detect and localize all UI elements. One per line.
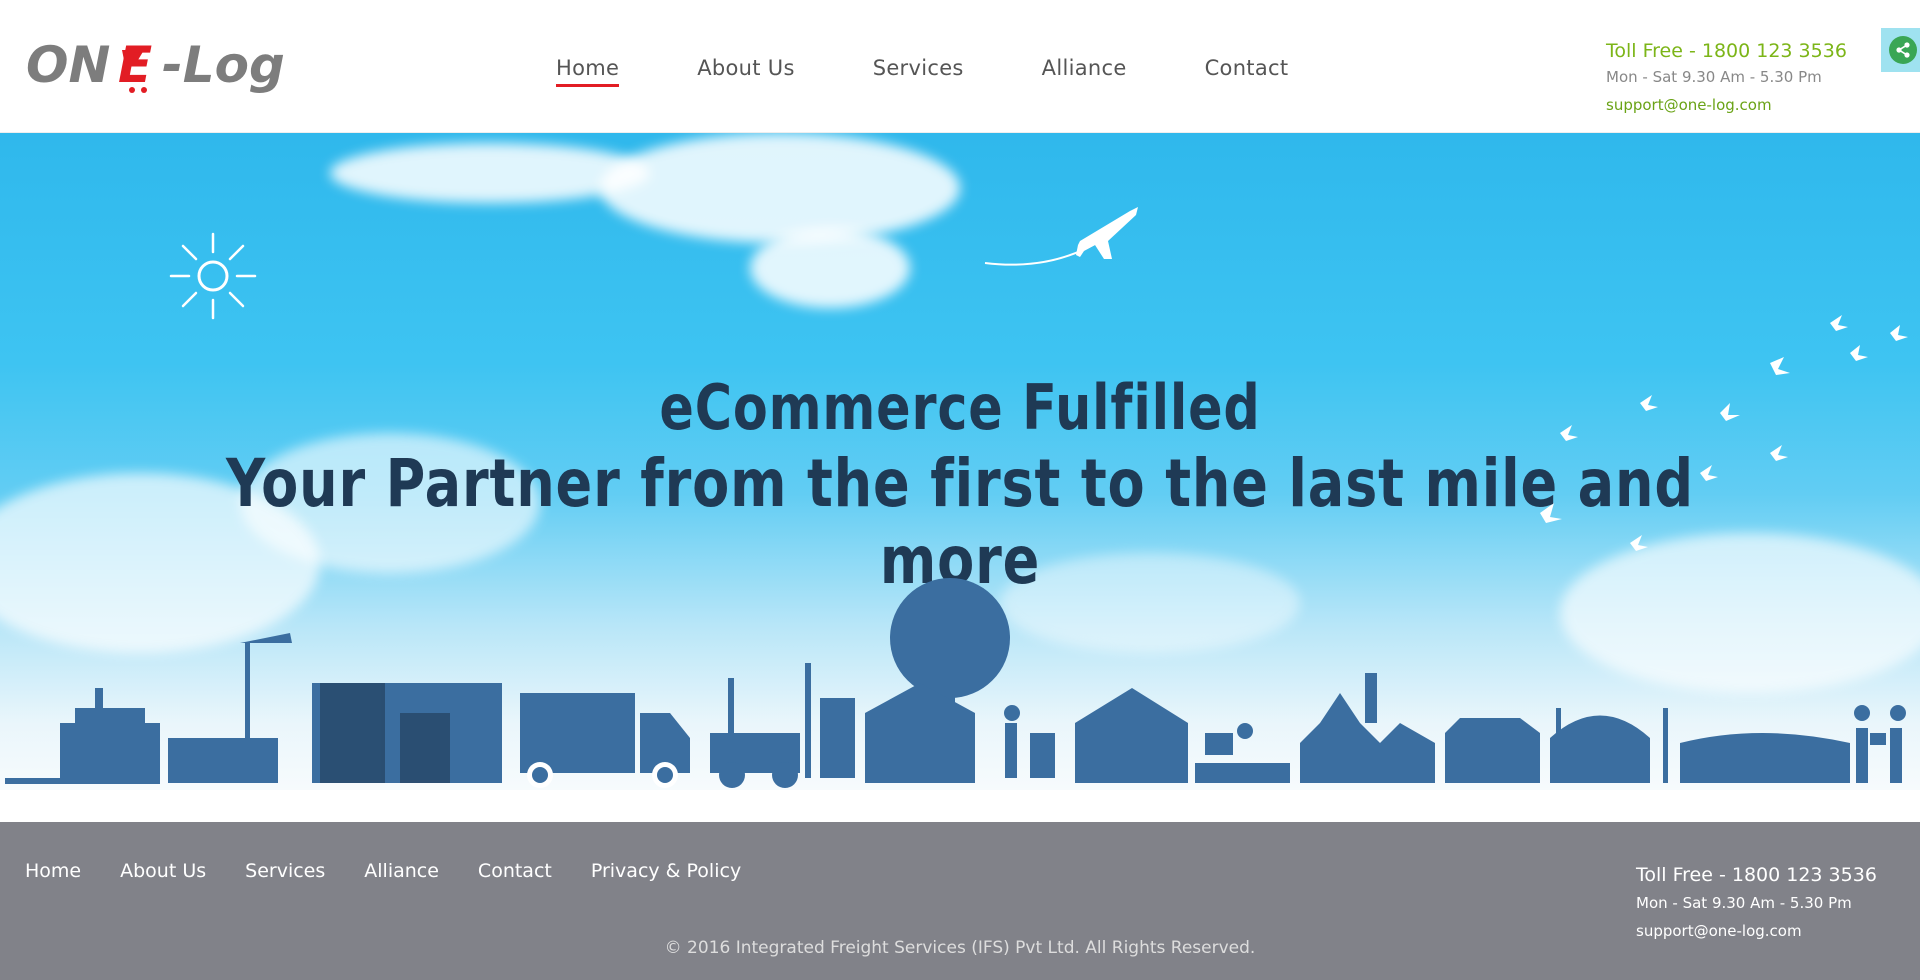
footer-link-contact[interactable]: Contact [478,860,552,882]
header-email[interactable]: support@one-log.com [1606,96,1847,114]
footer-link-about-us[interactable]: About Us [120,860,206,882]
footer-link-services[interactable]: Services [245,860,325,882]
header-hours: Mon - Sat 9.30 Am - 5.30 Pm [1606,68,1822,86]
svg-text:E: E [118,36,152,94]
share-icon [1889,36,1917,64]
hero-title: eCommerce Fulfilled [659,371,1261,444]
main-nav: Home About Us Services Alliance Contact [556,56,1366,87]
site-header: ON E -Log Home About Us Services Allianc… [0,0,1920,133]
airplane-icon [984,207,1138,266]
footer-toll-free: Toll Free - 1800 123 3536 [1636,864,1877,886]
nav-alliance[interactable]: Alliance [1042,56,1127,87]
footer-hours: Mon - Sat 9.30 Am - 5.30 Pm [1636,894,1852,912]
hero-banner: eCommerce Fulfilled Your Partner from th… [0,133,1920,790]
share-button[interactable] [1881,28,1920,72]
cloud [750,228,910,308]
footer-link-privacy-policy[interactable]: Privacy & Policy [591,860,741,882]
copyright-text: © 2016 Integrated Freight Services (IFS)… [664,938,1256,958]
svg-text:-Log: -Log [162,36,285,94]
logistics-skyline-illustration [5,578,1906,788]
nav-contact[interactable]: Contact [1205,56,1289,87]
nav-home[interactable]: Home [556,56,620,87]
footer-link-home[interactable]: Home [25,860,81,882]
nav-services[interactable]: Services [873,56,964,87]
nav-about-us[interactable]: About Us [697,56,794,87]
header-toll-free: Toll Free - 1800 123 3536 [1606,40,1847,62]
cloud [600,133,960,243]
footer-nav: Home About Us Services Alliance Contact … [25,860,780,882]
footer-link-alliance[interactable]: Alliance [364,860,439,882]
svg-text:ON: ON [26,36,110,94]
site-footer: Home About Us Services Alliance Contact … [0,822,1920,980]
sun-icon [169,232,257,320]
header-contact: Toll Free - 1800 123 3536 Mon - Sat 9.30… [1606,40,1847,114]
one-log-logo[interactable]: ON E -Log [26,30,332,102]
footer-contact: Toll Free - 1800 123 3536 Mon - Sat 9.30… [1636,864,1877,940]
